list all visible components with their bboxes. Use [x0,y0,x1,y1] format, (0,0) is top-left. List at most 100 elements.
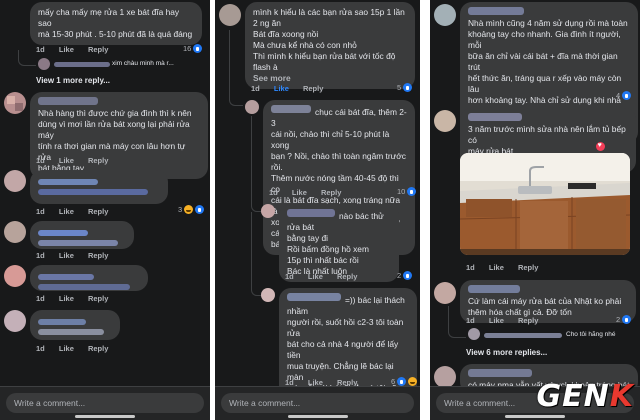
avatar [434,4,456,26]
reply-bubble: nào bác thử rửa bát bằng tay đi Rồi bấm … [279,204,399,282]
logo-text: GENK [536,379,634,414]
commenter-name-blur [468,285,520,293]
reaction-number: 3 [178,205,183,214]
avatar [4,221,26,243]
thread-line [251,212,261,296]
comments-panel-3[interactable]: Nhà mình cũng 4 năm sử dụng rồi mà toàn … [430,0,640,420]
comment-composer: Write a comment... [0,386,210,420]
comments-panel-1[interactable]: mấy cha mấy mẹ rửa 1 xe bát đĩa hay sao … [0,0,210,420]
reaction-count: 5 [397,83,413,92]
home-indicator [75,415,135,418]
like-button[interactable]: Like [59,156,74,165]
comment-actions: 1d Like Reply [36,344,120,353]
reaction-number: 6 [391,377,396,386]
commenter-name-blur [468,113,522,121]
avatar [468,328,480,340]
reply-button[interactable]: Reply [337,272,357,281]
reaction-number: 5 [397,83,402,92]
avatar [434,110,456,132]
like-reaction-icon [193,44,203,53]
write-comment-input[interactable]: Write a comment... [221,393,414,413]
reply-button[interactable]: Reply [321,188,341,197]
like-button[interactable]: Like [274,84,289,93]
comment-actions: 1d Like Reply [36,294,120,303]
avatar [434,282,456,304]
like-button[interactable]: Like [292,188,307,197]
comment-bubble [30,221,134,249]
comment-time: 1d [36,45,45,54]
blurred-name [38,274,94,280]
thread-line [448,306,466,338]
avatar [4,265,26,287]
like-button[interactable]: Like [489,263,504,272]
like-reaction-icon [403,83,413,92]
write-comment-input[interactable]: Write a comment... [6,393,204,413]
comment-actions: 1d Like Reply [285,272,369,281]
thread-line [229,30,243,106]
reaction-count: 2 [616,315,632,324]
comment-time: 1d [269,188,278,197]
reply-button[interactable]: Reply [88,344,108,353]
blurred-text [38,284,130,290]
commenter-name-blur [468,7,524,15]
reaction-count: 6 [391,377,418,386]
comment-bubble: Nhà hàng thì được chứ gia đình thì k nên… [30,92,208,179]
see-more-link[interactable]: See more [253,73,407,84]
comment-time: 1d [285,272,294,281]
like-button[interactable]: Like [59,344,74,353]
avatar [38,58,50,70]
logo-accent-letter: K [609,379,634,414]
like-button[interactable]: Like [59,251,74,260]
heart-emoji-icon [596,142,605,151]
comment-bubble: mình k hiểu là các bạn rửa sao 15p 1 lần… [245,2,415,89]
reply-button[interactable]: Reply [88,294,108,303]
blurred-name [38,230,88,236]
blurred-name [38,179,98,185]
reaction-count: 2 [397,271,413,280]
comment-bubble: mấy cha mấy mẹ rửa 1 xe bát đĩa hay sao … [30,2,202,45]
comment-time: 1d [36,344,45,353]
comment-text: Cứ làm cái máy rửa bát của Nhật ko phải … [468,296,622,317]
reaction-number: 10 [397,187,406,196]
avatar [434,366,456,388]
comment-actions: 1d Like Reply [36,156,120,165]
comment-text: mấy cha mấy mẹ rửa 1 xe bát đĩa hay sao … [38,7,193,39]
comment-time: 1d [251,84,260,93]
blurred-text [38,189,148,195]
comment-actions: 1d Like Reply [269,188,353,197]
comments-panel-2[interactable]: mình k hiểu là các bạn rửa sao 15p 1 lần… [215,0,420,420]
view-more-replies[interactable]: View 1 more reply... [36,76,110,85]
like-button[interactable]: Like [59,45,74,54]
comment-actions: 1d Like Reply [466,263,550,272]
comment-text: mình k hiểu là các bạn rửa sao 15p 1 lần… [253,7,405,72]
view-more-replies[interactable]: View 6 more replies... [466,348,547,357]
like-reaction-icon [397,377,407,386]
avatar [4,92,26,114]
reply-button[interactable]: Reply [88,207,108,216]
comment-composer: Write a comment... [215,386,420,420]
like-button[interactable]: Like [59,294,74,303]
reply-button[interactable]: Reply [518,263,538,272]
reply-button[interactable]: Reply [88,45,108,54]
kitchen-dishwasher-photo[interactable] [460,153,630,255]
comment-time: 1d [36,251,45,260]
haha-reaction-icon [184,205,194,214]
thread-line [18,50,36,66]
reply-button[interactable]: Reply [88,156,108,165]
commenter-name-blur [38,97,98,105]
avatar [245,100,259,114]
commenter-name-blur [271,105,311,113]
reply-button[interactable]: Reply [303,84,323,93]
like-button[interactable]: Like [489,316,504,325]
like-button[interactable]: Like [308,272,323,281]
comment-actions: 1d Like Reply [36,207,120,216]
like-button[interactable]: Like [59,207,74,216]
reply-button[interactable]: Reply [88,251,108,260]
reply-button[interactable]: Reply [518,316,538,325]
comment-bubble [30,170,168,204]
like-reaction-icon [195,205,205,214]
comment-time: 1d [36,207,45,216]
genk-logo: GENK [537,379,634,414]
avatar [4,310,26,332]
comment-actions: 1d Like Reply [36,45,120,54]
